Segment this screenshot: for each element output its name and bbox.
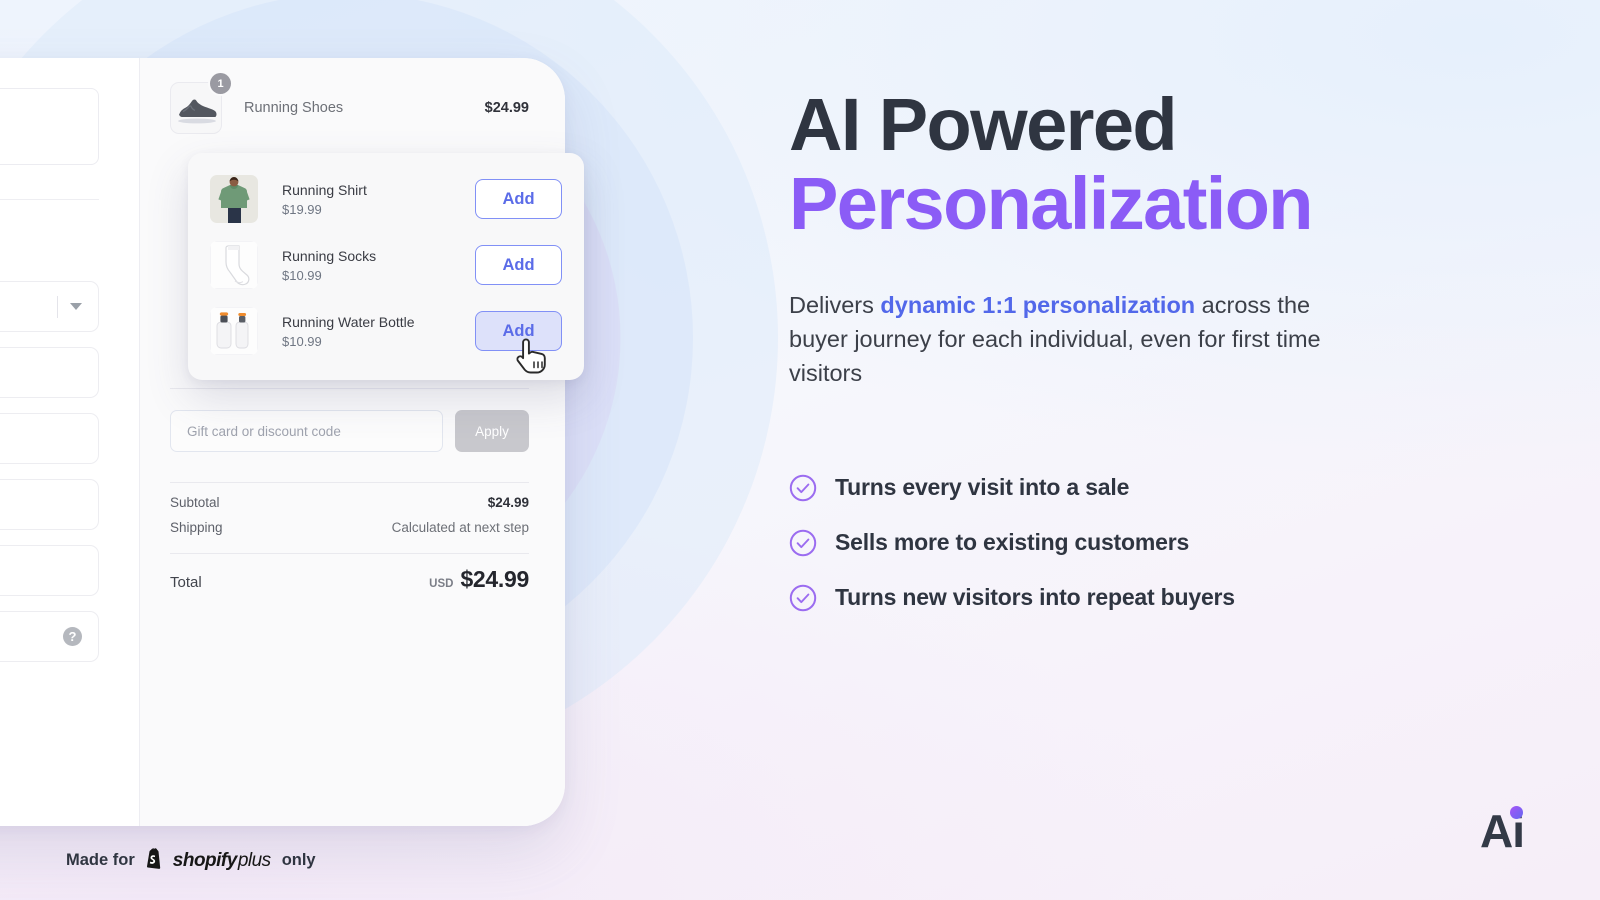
cart-item-name: Running Shoes — [244, 100, 344, 116]
checkout-form-column: G Pay account? Log in ? to shipping — [0, 58, 140, 826]
city-field[interactable] — [0, 545, 99, 596]
total-value: $24.99 — [460, 566, 529, 592]
account-prompt: account? Log in — [0, 238, 99, 255]
list-item: Sells more to existing customers — [789, 529, 1429, 557]
shipping-row: Shipping Calculated at next step — [170, 520, 529, 535]
shopify-bag-icon — [144, 847, 164, 874]
select-separator — [57, 295, 58, 318]
footer-plus: plus — [237, 849, 271, 871]
running-socks-thumbnail — [210, 241, 258, 289]
add-label: Add — [502, 189, 535, 208]
cart-thumb-wrap: 1 — [170, 73, 231, 134]
check-circle-icon — [789, 584, 817, 612]
form-divider — [0, 199, 99, 200]
benefit-label: Sells more to existing customers — [835, 529, 1190, 556]
footer-shopify: shopify — [172, 849, 238, 871]
product-price: $10.99 — [282, 333, 322, 349]
check-circle-icon — [789, 529, 817, 557]
lede-before: Delivers — [789, 291, 881, 318]
name-field[interactable] — [0, 347, 99, 398]
product-name: Running Water Bottle — [282, 314, 415, 331]
list-item: Running Socks $10.99 Add — [210, 232, 562, 298]
subtotal-label: Subtotal — [170, 495, 220, 510]
add-running-socks-button[interactable]: Add — [475, 245, 562, 285]
shipping-value: Calculated at next step — [391, 520, 529, 535]
product-price: $10.99 — [282, 267, 322, 283]
subtotal-row: Subtotal $24.99 — [170, 495, 529, 510]
pointer-cursor-icon — [515, 337, 549, 377]
product-name: Running Socks — [282, 248, 377, 265]
lede-highlight: dynamic 1:1 personalization — [880, 291, 1196, 318]
apply-label: Apply — [475, 423, 509, 439]
reco-info: Running Socks $10.99 — [282, 247, 376, 283]
product-price: $19.99 — [282, 201, 322, 217]
list-item: Running Water Bottle $10.99 Add — [210, 298, 562, 364]
marketing-column: AI Powered Personalization Delivers dyna… — [789, 0, 1429, 900]
cart-item-price: $24.99 — [484, 100, 529, 116]
chevron-down-icon — [70, 303, 82, 310]
benefit-label: Turns every visit into a sale — [835, 474, 1130, 501]
running-shirt-thumbnail — [210, 175, 258, 223]
list-item: Turns every visit into a sale — [789, 474, 1429, 502]
apartment-field[interactable] — [0, 479, 99, 530]
total-currency: USD — [429, 578, 454, 590]
cart-qty-badge: 1 — [210, 73, 231, 94]
headline-line-1: AI Powered — [789, 83, 1178, 166]
product-name: Running Shirt — [282, 182, 367, 199]
apply-discount-button[interactable]: Apply — [455, 410, 529, 452]
check-circle-icon — [789, 474, 817, 502]
discount-code-input[interactable]: Gift card or discount code — [170, 410, 443, 452]
summary-divider-bottom — [170, 553, 529, 554]
headline-line-2: Personalization — [789, 162, 1314, 246]
summary-divider-top — [170, 388, 529, 389]
ai-logo-dot-icon — [1510, 806, 1523, 819]
address-field[interactable] — [0, 413, 99, 464]
ai-logo: Ai — [1480, 806, 1525, 854]
country-select[interactable] — [0, 281, 99, 332]
list-item: Turns new visitors into repeat buyers — [789, 584, 1429, 612]
reco-info: Running Shirt $19.99 — [282, 181, 367, 217]
footer-made-for: Made for — [66, 851, 135, 869]
promo-code-row: Gift card or discount code Apply — [170, 410, 529, 452]
list-item: Running Shirt $19.99 Add — [210, 166, 562, 232]
express-checkout-box: G Pay — [0, 88, 99, 165]
total-row: Total USD $24.99 — [170, 566, 529, 593]
discount-code-placeholder: Gift card or discount code — [187, 423, 341, 439]
summary-divider-mid — [170, 482, 529, 483]
lede-paragraph: Delivers dynamic 1:1 personalization acr… — [789, 288, 1369, 390]
add-running-shirt-button[interactable]: Add — [475, 179, 562, 219]
add-label: Add — [502, 255, 535, 274]
footer-badge: Made for shopify plus only — [66, 847, 316, 874]
page-title: AI Powered Personalization — [789, 0, 1429, 241]
reco-info: Running Water Bottle $10.99 — [282, 313, 415, 349]
shipping-label: Shipping — [170, 520, 223, 535]
benefit-label: Turns new visitors into repeat buyers — [835, 584, 1235, 611]
benefits-list: Turns every visit into a sale Sells more… — [789, 474, 1429, 612]
help-icon[interactable]: ? — [63, 627, 82, 646]
phone-field[interactable]: ? — [0, 611, 99, 662]
cart-line-item: 1 Running Shoes $24.99 — [170, 73, 529, 134]
subtotal-value: $24.99 — [487, 495, 529, 510]
footer-only: only — [281, 851, 316, 869]
running-water-bottle-thumbnail — [210, 307, 258, 355]
total-label: Total — [170, 574, 202, 591]
